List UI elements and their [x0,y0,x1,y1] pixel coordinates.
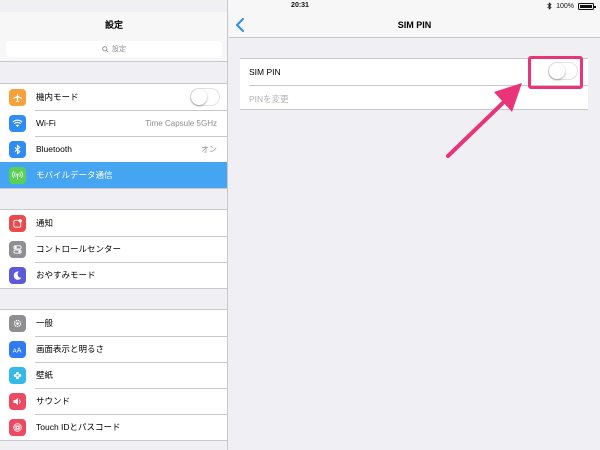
search-placeholder: 設定 [112,46,126,53]
search-bar: 設定 [0,38,227,62]
sidebar-item-sounds[interactable]: サウンド [0,388,227,414]
fingerprint-icon [9,418,26,436]
airplane-mode-toggle[interactable] [190,88,220,106]
sidebar-item-wifi[interactable]: Wi-Fi Time Capsule 5GHz [0,110,227,136]
settings-title: 設定 [0,12,227,38]
wifi-network-value: Time Capsule 5GHz [145,118,217,128]
sidebar-item-airplane-mode[interactable]: 機内モード [0,84,227,110]
wallpaper-icon [9,366,26,384]
settings-group-notifications: 通知 コントロールセンター おやすみモード [0,209,227,289]
wifi-icon [9,114,26,132]
bluetooth-icon [9,140,26,158]
gear-icon [9,314,26,332]
bluetooth-status-value: オン [201,144,217,154]
sidebar-item-label: 一般 [36,318,54,328]
sidebar-item-wallpaper[interactable]: 壁紙 [0,362,227,388]
sidebar-item-do-not-disturb[interactable]: おやすみモード [0,262,227,288]
settings-group-connectivity: 機内モード Wi-Fi Time Capsule 5GHz Bluetooth … [0,83,227,189]
battery-icon [578,2,596,10]
airplane-icon [9,88,26,106]
detail-nav-bar: SIM PIN [229,12,600,38]
notification-icon [9,214,26,232]
sidebar-item-label: 機内モード [36,92,79,102]
sidebar-item-touch-id[interactable]: Touch IDとパスコード [0,414,227,440]
sidebar-item-mobile-data[interactable]: モバイルデータ通信 [0,162,227,188]
sidebar-item-notifications[interactable]: 通知 [0,210,227,236]
change-pin-label: PINを変更 [249,93,289,104]
search-icon [102,45,109,53]
display-icon: A A [9,340,26,358]
sidebar-item-label: 画面表示と明るさ [36,344,105,354]
pointer-arrow-icon [446,83,522,158]
sound-icon [9,392,26,410]
settings-sidebar: 設定 設定 機内モード Wi-Fi Time Capsule 5GHz Blue… [0,0,228,450]
sidebar-item-label: モバイルデータ通信 [36,170,113,180]
settings-group-general: 一般 A A 画面表示と明るさ 壁紙 サウンド Touch IDとパスコード [0,309,227,441]
sidebar-item-label: 通知 [36,218,54,228]
sidebar-item-display-brightness[interactable]: A A 画面表示と明るさ [0,336,227,362]
battery-percent: 100% [556,2,574,10]
search-input[interactable]: 設定 [6,41,222,57]
sidebar-item-label: Bluetooth [36,144,72,154]
bluetooth-status-icon [547,2,552,10]
cellular-icon [9,166,26,184]
sidebar-item-label: コントロールセンター [36,244,122,254]
sidebar-item-label: Wi-Fi [36,118,56,128]
svg-text:A: A [17,345,22,354]
control-center-icon [9,240,26,258]
page-title: SIM PIN [397,20,432,30]
status-right: 100% [547,2,596,10]
sidebar-item-control-center[interactable]: コントロールセンター [0,236,227,262]
sidebar-item-label: Touch IDとパスコード [36,422,121,432]
sidebar-item-label: おやすみモード [36,270,96,280]
sidebar-item-label: 壁紙 [36,370,54,380]
sim-pin-label: SIM PIN [249,67,281,77]
moon-icon [9,266,26,284]
sidebar-item-general[interactable]: 一般 [0,310,227,336]
sidebar-item-label: サウンド [36,396,71,406]
sidebar-item-bluetooth[interactable]: Bluetooth オン [0,136,227,162]
